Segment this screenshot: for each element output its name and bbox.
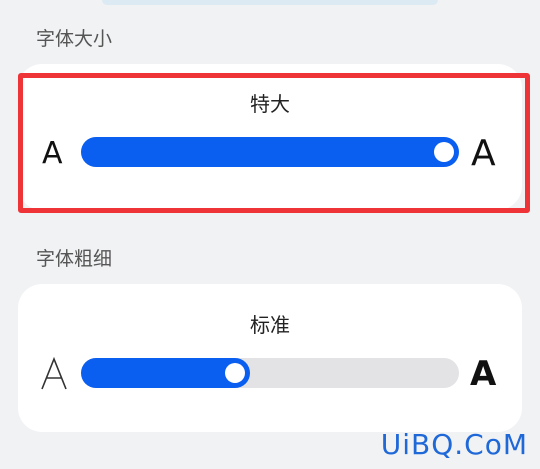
font-size-slider[interactable] [81, 137, 459, 167]
font-size-slider-fill [81, 137, 459, 167]
font-size-value-label: 特大 [250, 92, 290, 116]
font-size-card: 特大 A A [18, 64, 522, 210]
font-size-slider-thumb[interactable] [434, 142, 454, 162]
font-weight-section-title: 字体粗细 [36, 248, 113, 270]
light-weight-icon [40, 356, 68, 397]
font-weight-value-label: 标准 [250, 313, 290, 337]
large-font-icon: A [471, 133, 496, 174]
watermark-text: UiBQ.CoM [380, 428, 528, 461]
font-weight-slider[interactable] [81, 358, 459, 388]
font-weight-card: 标准 A [18, 284, 522, 432]
font-size-section-title: 字体大小 [36, 28, 113, 50]
previous-card-edge [102, 0, 438, 5]
bold-weight-icon: A [470, 354, 497, 394]
font-weight-slider-thumb[interactable] [225, 363, 245, 383]
small-font-icon: A [42, 136, 63, 171]
light-a-glyph [41, 356, 67, 390]
